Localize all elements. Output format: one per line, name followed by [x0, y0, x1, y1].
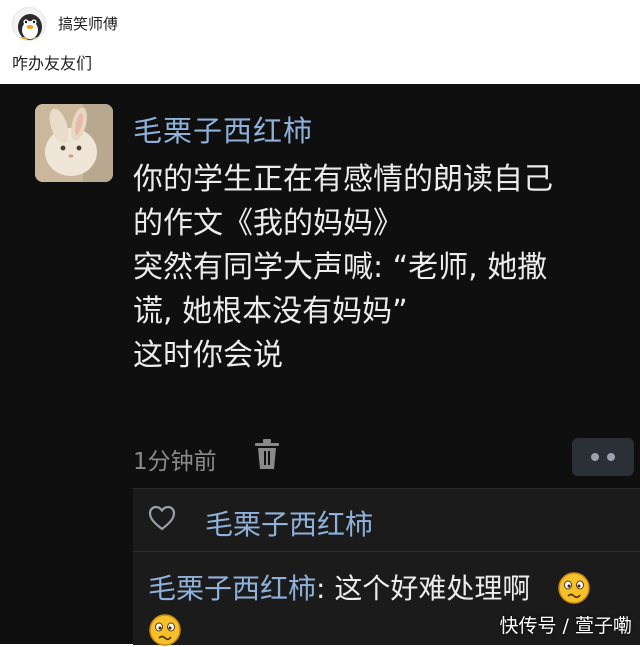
post-time: 1分钟前 [133, 449, 217, 475]
liker-name[interactable]: 毛栗子西红柿 [205, 503, 373, 543]
trash-icon[interactable] [253, 438, 281, 472]
confused-emoji-icon [149, 614, 181, 646]
like-row: 毛栗子西红柿 [133, 489, 640, 552]
top-header: 搞笑师傅 咋办友友们 [0, 0, 640, 84]
post-author[interactable]: 毛栗子西红柿 [133, 108, 313, 150]
post-line: 这时你会说 [133, 338, 283, 373]
comment-screenshot: 毛栗子西红柿 你的学生正在有感情的朗读自己 的作文《我的妈妈》 突然有同学大声喊… [0, 84, 640, 646]
post-line: 你的学生正在有感情的朗读自己 [133, 162, 553, 197]
rabbit-avatar[interactable] [35, 104, 113, 182]
reply-author[interactable]: 毛栗子西红柿 [148, 572, 316, 605]
heart-icon[interactable] [148, 505, 176, 531]
reply-line: 毛栗子西红柿: 这个好难处理啊 [148, 567, 530, 607]
post-caption: 咋办友友们 [12, 54, 93, 73]
more-icon [591, 453, 599, 461]
post-text: 你的学生正在有感情的朗读自己 的作文《我的妈妈》 突然有同学大声喊: “老师, … [133, 158, 623, 378]
confused-emoji-icon [558, 572, 590, 604]
penguin-avatar-icon [18, 14, 42, 40]
watermark: 快传号 / 萱子嘞 [499, 615, 632, 637]
more-icon [607, 453, 615, 461]
post-line: 突然有同学大声喊: “老师, 她撒 [133, 250, 548, 285]
account-avatar[interactable] [12, 7, 46, 41]
reply-text: : 这个好难处理啊 [316, 572, 531, 605]
more-button[interactable] [572, 438, 634, 476]
account-name[interactable]: 搞笑师傅 [58, 13, 118, 34]
post-line: 谎, 她根本没有妈妈” [133, 294, 408, 329]
post-line: 的作文《我的妈妈》 [133, 206, 403, 241]
